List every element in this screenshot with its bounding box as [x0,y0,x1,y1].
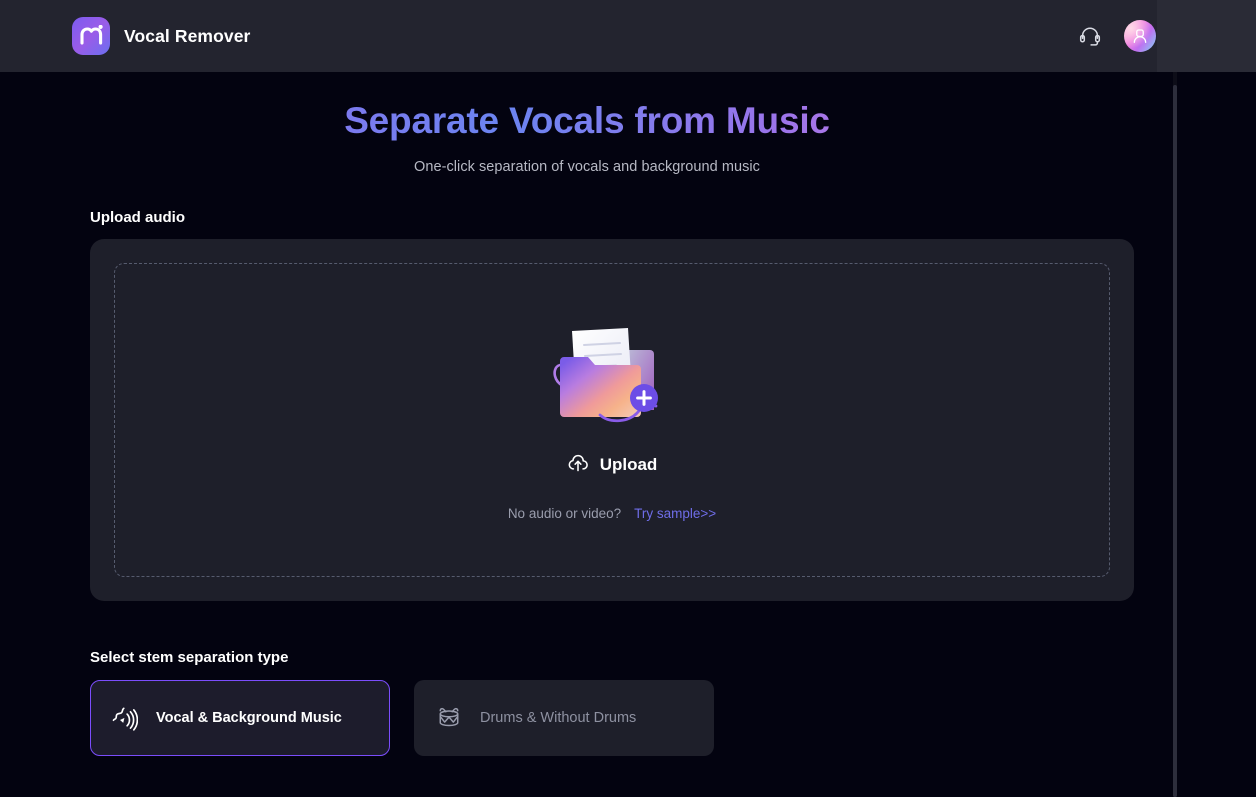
upload-button[interactable]: Upload [567,452,658,477]
page-scroll-area: Separate Vocals from Music One-click sep… [0,72,1256,797]
sample-hint-row: No audio or video? Try sample>> [508,506,716,521]
m-logo-icon [72,17,110,55]
upload-dropzone[interactable]: Upload No audio or video? Try sample>> [114,262,1110,577]
page-content: Separate Vocals from Music One-click sep… [0,72,1174,756]
vocal-waves-icon [111,704,139,732]
page-title: Separate Vocals from Music [0,98,1174,145]
drum-icon [435,704,463,732]
folder-upload-illustration [542,318,682,430]
stem-option-label: Vocal & Background Music [156,709,342,726]
upload-section-label: Upload audio [90,208,185,226]
no-media-hint: No audio or video? [507,506,622,522]
header-actions [1076,20,1232,52]
upload-button-label: Upload [599,454,658,474]
upload-section: Upload audio Upload No audio or video? T… [0,209,1174,601]
stem-option-vocal-background[interactable]: Vocal & Background Music [90,679,390,756]
hero-section: Separate Vocals from Music One-click sep… [0,72,1174,175]
scrollbar-thumb[interactable] [1173,85,1177,797]
page-subtitle: One-click separation of vocals and backg… [414,158,760,175]
upload-panel: Upload No audio or video? Try sample>> [90,238,1134,601]
cloud-upload-icon [567,452,589,477]
stem-type-section: Select stem separation type Vocal & Back… [0,649,1174,756]
headset-support-icon[interactable] [1076,22,1104,50]
user-avatar-icon[interactable] [1124,20,1156,52]
brand-name: Vocal Remover [124,25,251,46]
try-sample-link[interactable]: Try sample>> [634,506,716,521]
stem-options: Vocal & Background Music Drums & Without… [90,679,1174,756]
stem-option-drums[interactable]: Drums & Without Drums [414,679,714,756]
brand[interactable]: Vocal Remover [72,17,250,55]
stem-section-label: Select stem separation type [90,648,289,666]
stem-option-label: Drums & Without Drums [480,709,637,726]
app-header: Vocal Remover [0,0,1256,72]
